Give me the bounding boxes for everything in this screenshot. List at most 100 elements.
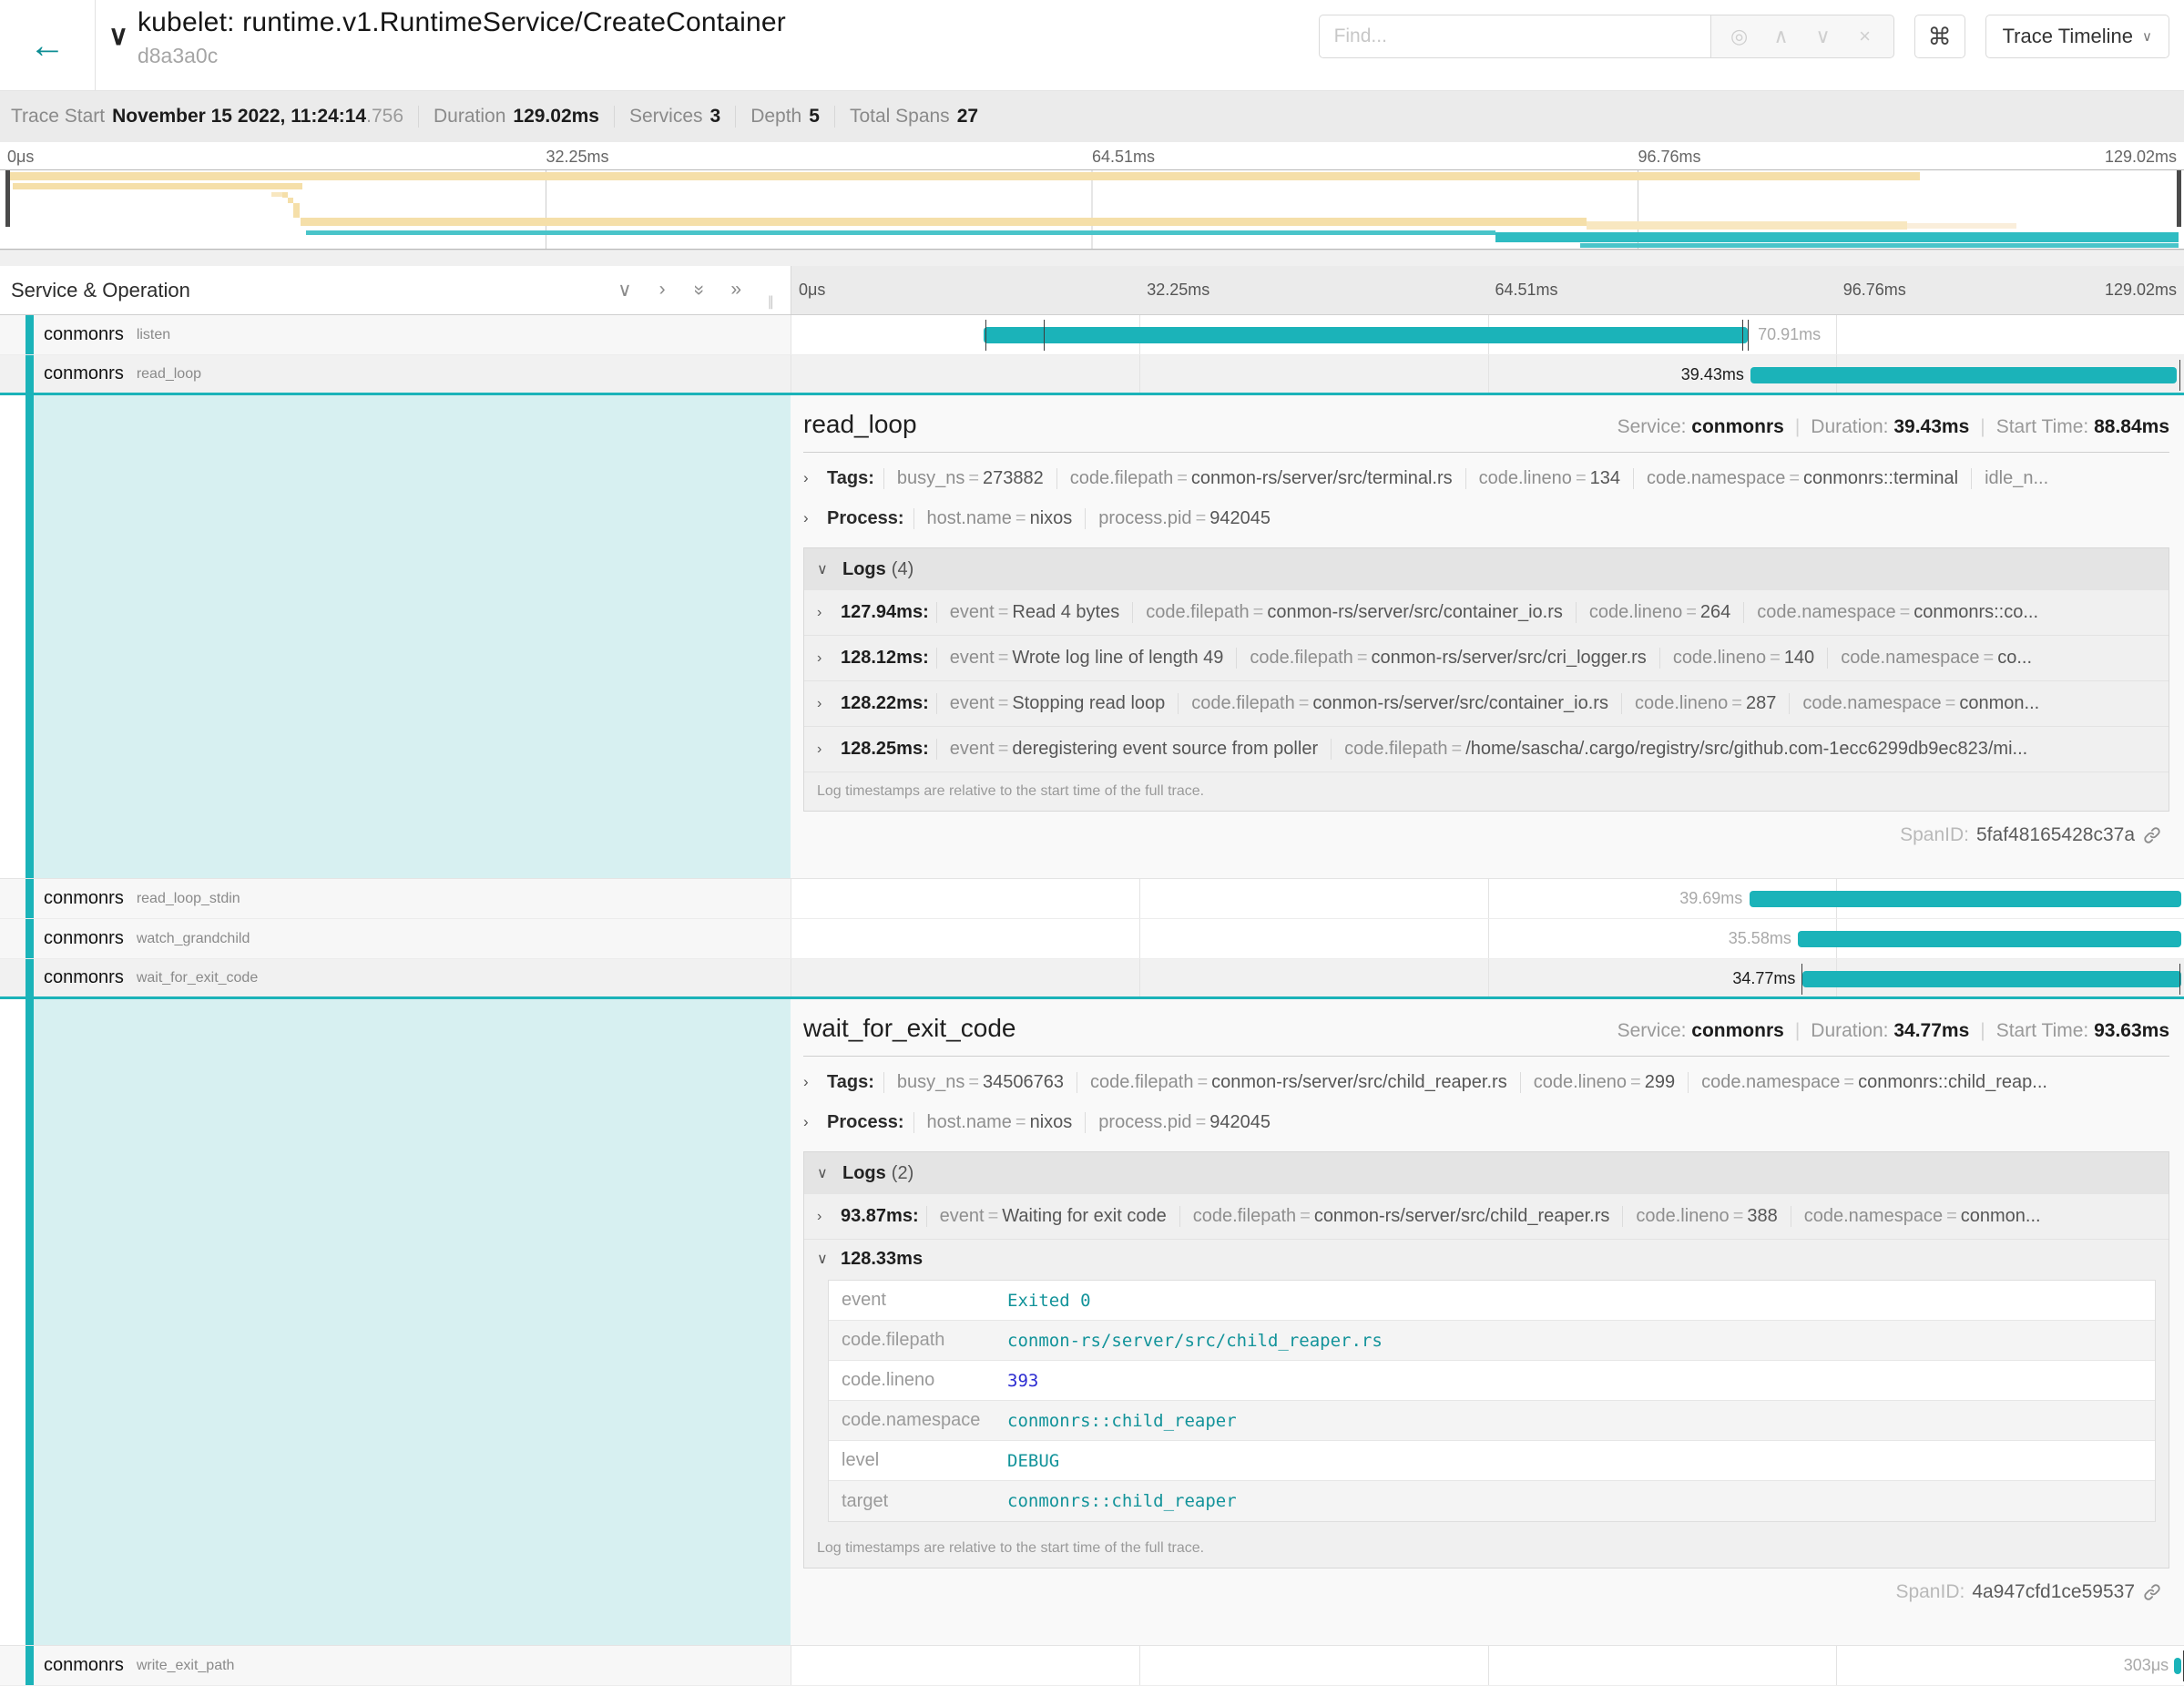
span-duration-label: 39.43ms [1681,365,1744,384]
command-icon: ⌘ [1928,23,1952,50]
span-name-cell: conmonrs read_loop_stdin [0,879,791,918]
span-timeline-cell: 70.91ms [791,315,2184,354]
detail-indent-fill [34,395,791,878]
chevron-down-icon: ∨ [2142,28,2152,45]
trace-collapse-toggle[interactable]: ∨ [108,20,128,52]
logs-header[interactable]: ∨ Logs(4) [804,548,2169,590]
span-row-wait-for-exit-code[interactable]: conmonrs wait_for_exit_code 34.77ms [0,959,2184,999]
logs-block: ∨ Logs(4) › 127.94ms: event=Read 4 bytes… [803,547,2169,812]
span-timeline-cell: 34.77ms [791,959,2184,996]
view-selector-label: Trace Timeline [2003,25,2133,48]
copy-link-icon[interactable] [2142,1582,2162,1602]
find-input[interactable] [1319,15,1710,58]
minimap-spans-graph [0,170,2184,249]
log-fields-table: event Exited 0 code.filepath conmon-rs/s… [828,1280,2156,1522]
chevron-right-icon: › [803,509,827,527]
log-row[interactable]: › 128.12ms: event=Wrote log line of leng… [804,636,2169,681]
span-row-read-loop[interactable]: conmonrs read_loop 39.43ms [0,355,2184,395]
timeline-column-header: Service & Operation ∨ › » » ∥ 0μs 32.25m… [0,266,2184,315]
tags-row[interactable]: › Tags: busy_ns=34506763 code.filepath=c… [803,1062,2169,1102]
logs-note: Log timestamps are relative to the start… [804,772,2169,811]
find-prev-icon[interactable]: ∧ [1762,25,1801,48]
spanid-row: SpanID: 4a947cfd1ce59537 [803,1568,2169,1614]
summary-trace-start: Trace Start November 15 2022, 11:24:14.7… [11,106,419,128]
span-row-listen[interactable]: conmonrs listen 70.91ms [0,315,2184,355]
service-color-stripe [26,395,34,878]
log-row[interactable]: › 127.94ms: event=Read 4 bytes code.file… [804,590,2169,636]
table-row: code.lineno 393 [829,1361,2155,1401]
logs-note: Log timestamps are relative to the start… [804,1529,2169,1568]
trace-summary-bar: Trace Start November 15 2022, 11:24:14.7… [0,91,2184,142]
log-row[interactable]: › 128.22ms: event=Stopping read loop cod… [804,681,2169,727]
table-row: event Exited 0 [829,1281,2155,1321]
divider [803,1056,2169,1057]
tags-row[interactable]: › Tags: busy_ns=273882 code.filepath=con… [803,458,2169,498]
minimap-canvas[interactable] [0,169,2184,250]
span-name-cell: conmonrs read_loop [0,355,791,393]
trace-id: d8a3a0c [138,44,786,68]
log-tick [1044,320,1045,351]
span-bar[interactable] [1802,971,2181,987]
service-operation-header: Service & Operation ∨ › » » ∥ [0,266,791,314]
chevron-right-icon: › [817,696,841,712]
span-bar[interactable] [1798,931,2180,947]
divider [803,452,2169,453]
span-name-cell: conmonrs listen [0,315,791,354]
span-bar[interactable] [1750,367,2177,383]
column-resizer-handle[interactable]: ∥ [768,293,775,310]
logs-header[interactable]: ∨ Logs(2) [804,1152,2169,1194]
find-target-icon[interactable]: ◎ [1720,25,1759,48]
expand-all-icon[interactable]: » [730,279,741,301]
header-actions: ◎ ∧ ∨ × ⌘ Trace Timeline ∨ [1319,0,2184,90]
span-bar[interactable] [984,327,1748,343]
chevron-right-icon: › [803,469,827,487]
service-color-stripe [26,315,34,354]
expand-one-icon[interactable]: › [659,279,666,301]
log-tick [985,320,986,351]
collapse-one-icon[interactable]: ∨ [617,279,631,301]
process-row[interactable]: › Process: host.name=nixos process.pid=9… [803,1102,2169,1142]
span-row-watch-grandchild[interactable]: conmonrs watch_grandchild 35.58ms [0,919,2184,959]
chevron-right-icon: › [817,1209,841,1225]
page-title: kubelet: runtime.v1.RuntimeService/Creat… [138,7,786,38]
span-row-read-loop-stdin[interactable]: conmonrs read_loop_stdin 39.69ms [0,879,2184,919]
span-timeline-cell: 39.43ms [791,355,2184,393]
log-row[interactable]: › 93.87ms: event=Waiting for exit code c… [804,1194,2169,1240]
span-bar[interactable] [1750,891,2181,907]
table-row: code.namespace conmonrs::child_reaper [829,1401,2155,1441]
view-selector-button[interactable]: Trace Timeline ∨ [1985,15,2169,58]
logs-block: ∨ Logs(2) › 93.87ms: event=Waiting for e… [803,1151,2169,1568]
span-detail-title: wait_for_exit_code [803,1014,1015,1043]
service-color-stripe [26,1646,34,1685]
span-name-cell: conmonrs wait_for_exit_code [0,959,791,996]
span-timeline-cell: 39.69ms [791,879,2184,918]
detail-indent-column [0,999,791,1645]
span-detail-card: wait_for_exit_code Service: conmonrs | D… [791,999,2184,1645]
chevron-right-icon: › [817,650,841,667]
copy-link-icon[interactable] [2142,825,2162,845]
chevron-right-icon: › [803,1073,827,1091]
back-button[interactable]: ← [0,0,96,90]
keyboard-shortcuts-button[interactable]: ⌘ [1914,15,1965,58]
find-next-icon[interactable]: ∨ [1804,25,1842,48]
summary-total-spans: Total Spans27 [835,106,993,128]
span-name-cell: conmonrs write_exit_path [0,1646,791,1685]
span-row-write-exit-path[interactable]: conmonrs write_exit_path 303μs [0,1646,2184,1686]
timeline-ticks-header: 0μs 32.25ms 64.51ms 96.76ms 129.02ms [791,266,2184,314]
collapse-all-icon[interactable]: » [687,285,709,296]
summary-depth: Depth5 [736,106,835,128]
process-row[interactable]: › Process: host.name=nixos process.pid=9… [803,498,2169,538]
span-detail-wait-for-exit-code: wait_for_exit_code Service: conmonrs | D… [0,999,2184,1646]
log-tick [1742,320,1743,351]
log-tick [2179,360,2180,391]
span-timeline-cell: 35.58ms [791,919,2184,958]
log-row[interactable]: › 128.25ms: event=deregistering event so… [804,727,2169,772]
expanded-log-header[interactable]: ∨ 128.33ms [804,1240,2169,1278]
log-tick [1748,320,1749,351]
span-bar[interactable] [2174,1658,2181,1674]
chevron-right-icon: › [803,1113,827,1131]
find-clear-icon[interactable]: × [1846,25,1884,48]
span-detail-meta: Service: conmonrs | Duration: 34.77ms | … [1618,1020,2169,1042]
summary-duration: Duration129.02ms [419,106,615,128]
minimap-spacer [0,250,2184,266]
